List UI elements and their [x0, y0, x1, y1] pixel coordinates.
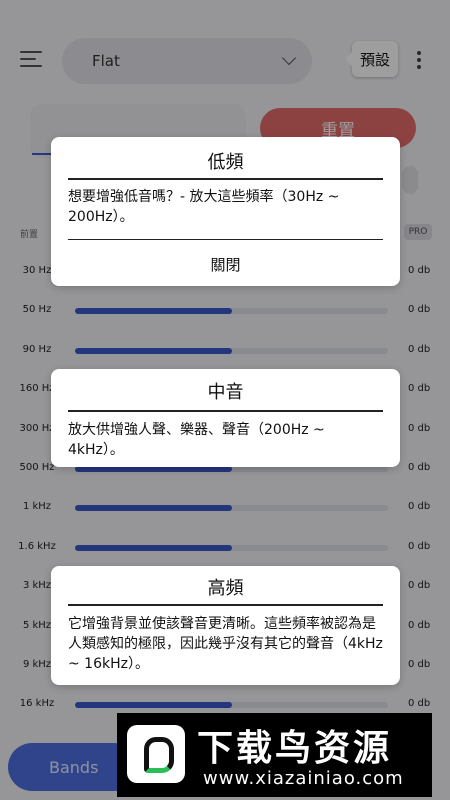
mid-frequency-card: 中音 放大供增強人聲、樂器、聲音（200Hz ~ 4kHz）。 [51, 369, 400, 467]
high-frequency-card: 高頻 它增強背景並使該聲音更清晰。這些頻率被認為是人類感知的極限，因此幾乎沒有其… [51, 566, 400, 685]
card-body: 放大供增強人聲、樂器、聲音（200Hz ~ 4kHz）。 [68, 421, 325, 458]
card-body: 想要增強低音嗎？- 放大這些頻率（30Hz ~ 200Hz）。 [68, 188, 340, 225]
card-title: 高頻 [207, 578, 244, 599]
card-title: 低頻 [207, 152, 244, 173]
bird-logo-icon [127, 725, 185, 783]
watermark-banner: 下载鸟资源 www.xiazainiao.com [117, 713, 432, 797]
card-title: 中音 [207, 382, 244, 403]
watermark-title: 下载鸟资源 [197, 728, 393, 769]
watermark-url: www.xiazainiao.com [203, 768, 404, 789]
close-button[interactable]: 關閉 [51, 240, 400, 275]
low-frequency-card: 低頻 想要增強低音嗎？- 放大這些頻率（30Hz ~ 200Hz）。 關閉 [51, 137, 400, 286]
card-body: 它增強背景並使該聲音更清晰。這些頻率被認為是人類感知的極限，因此幾乎沒有其它的聲… [68, 615, 383, 672]
